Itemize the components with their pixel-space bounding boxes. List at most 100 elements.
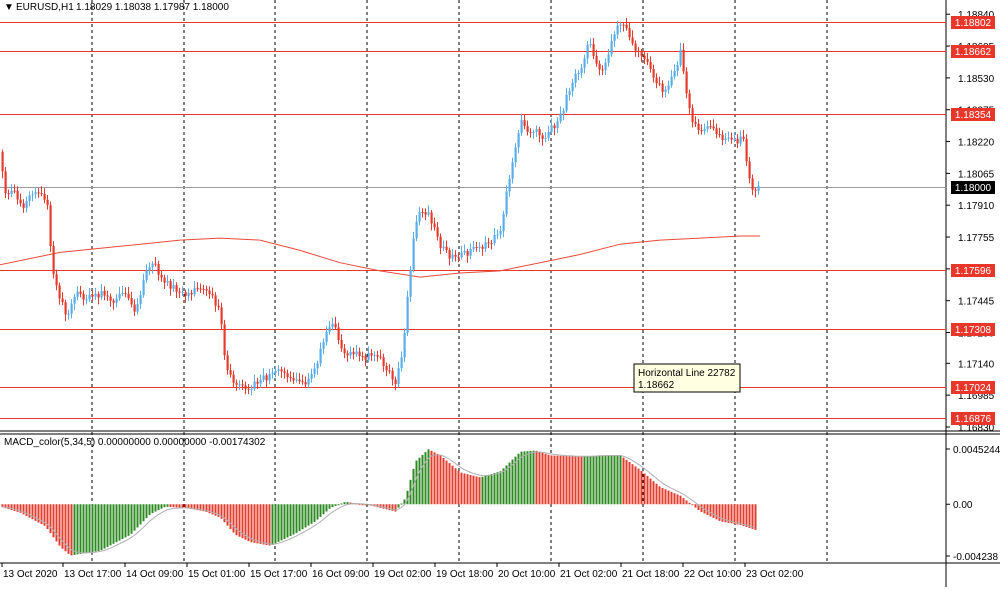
macd-bar: [163, 504, 166, 508]
candle-body: [712, 126, 715, 129]
macd-bar: [751, 504, 754, 529]
macd-bar: [124, 504, 127, 538]
candle-body: [283, 371, 286, 374]
candle-body: [322, 342, 325, 349]
macd-bar: [682, 498, 685, 505]
candle-body: [310, 373, 313, 379]
macd-bar: [73, 504, 76, 555]
macd-bar: [514, 456, 517, 505]
macd-bar: [292, 504, 295, 535]
candle-body: [79, 291, 82, 294]
candle-body: [211, 293, 214, 296]
macd-bar: [622, 457, 625, 505]
candle-body: [469, 248, 472, 256]
candle-body: [619, 24, 622, 26]
macd-bar: [634, 466, 637, 505]
macd-bar: [325, 504, 328, 512]
candle-body: [649, 61, 652, 69]
macd-bar: [316, 504, 319, 520]
macd-bar: [136, 504, 139, 528]
candle-body: [463, 251, 466, 253]
candle-body: [583, 58, 586, 68]
candle-body: [538, 129, 541, 136]
candle-body: [496, 234, 499, 236]
macd-bar: [592, 455, 595, 505]
macd-bar: [580, 456, 583, 505]
macd-bar: [400, 503, 403, 505]
candle-body: [394, 379, 397, 385]
macd-bar: [628, 461, 631, 505]
candle-body: [724, 138, 727, 141]
macd-bar: [598, 455, 601, 505]
candle-body: [115, 298, 118, 303]
macd-bar: [385, 504, 388, 510]
candle-body: [31, 194, 34, 196]
macd-bar: [649, 478, 652, 505]
candle-body: [379, 356, 382, 358]
macd-bar: [670, 491, 673, 505]
candle-body: [376, 354, 379, 357]
horizontal-lines[interactable]: [0, 22, 946, 419]
time-tick-label: 13 Oct 17:00: [64, 569, 122, 580]
chart-window[interactable]: 1.188401.186851.185301.183751.182201.180…: [0, 0, 1000, 587]
candles: [1, 17, 760, 396]
candle-body: [67, 313, 70, 315]
macd-bar: [718, 504, 721, 521]
horizontal-line-label: 1.17308: [955, 325, 992, 336]
macd-bar: [109, 504, 112, 546]
candle-body: [628, 28, 631, 38]
candle-body: [544, 137, 547, 139]
candle-body: [316, 363, 319, 369]
macd-bar: [322, 504, 325, 515]
macd-title: MACD_color(5,34,5) 0.00000000 0.00000000…: [4, 437, 266, 448]
macd-bar: [652, 481, 655, 505]
macd-bar: [130, 504, 133, 534]
horizontal-line-label: 1.17596: [955, 266, 992, 277]
candle-body: [637, 50, 640, 52]
macd-bar: [166, 504, 169, 507]
macd-bar: [88, 504, 91, 553]
candle-body: [100, 290, 103, 298]
macd-bar: [586, 456, 589, 505]
macd-bar: [739, 504, 742, 526]
macd-bar: [289, 504, 292, 536]
candle-body: [334, 323, 337, 328]
macd-histogram: [1, 449, 757, 556]
macd-bar: [679, 495, 682, 505]
macd-bar: [484, 475, 487, 505]
time-tick-label: 13 Oct 2020: [3, 569, 58, 580]
candle-body: [265, 375, 268, 381]
macd-bar: [745, 504, 748, 527]
candle-body: [61, 298, 64, 303]
candle-body: [703, 128, 706, 132]
candle-body: [397, 368, 400, 385]
macd-bar: [247, 504, 250, 542]
candle-body: [88, 294, 91, 300]
macd-bar: [319, 504, 322, 517]
candle-body: [19, 199, 22, 204]
macd-bar: [460, 472, 463, 505]
candle-body: [364, 356, 367, 360]
chart-canvas[interactable]: 1.188401.186851.185301.183751.182201.180…: [0, 0, 1000, 587]
macd-bar: [439, 455, 442, 505]
macd-bar: [691, 504, 694, 506]
candle-body: [55, 274, 58, 286]
candle-body: [565, 94, 568, 111]
price-tick-label: 1.18530: [958, 74, 995, 85]
candle-body: [136, 304, 139, 312]
macd-bar: [505, 465, 508, 505]
macd-bar: [502, 468, 505, 505]
header-arrow-icon[interactable]: ▼: [4, 2, 14, 13]
macd-bar: [589, 456, 592, 505]
candle-body: [697, 123, 700, 131]
candle-body: [202, 288, 205, 290]
candle-body: [472, 247, 475, 249]
candle-body: [577, 72, 580, 74]
candle-body: [424, 212, 427, 215]
macd-bar: [457, 470, 460, 505]
time-tick-label: 15 Oct 01:00: [188, 569, 246, 580]
candle-body: [73, 296, 76, 304]
candle-body: [400, 357, 403, 369]
macd-bar: [517, 453, 520, 505]
candle-body: [220, 307, 223, 325]
